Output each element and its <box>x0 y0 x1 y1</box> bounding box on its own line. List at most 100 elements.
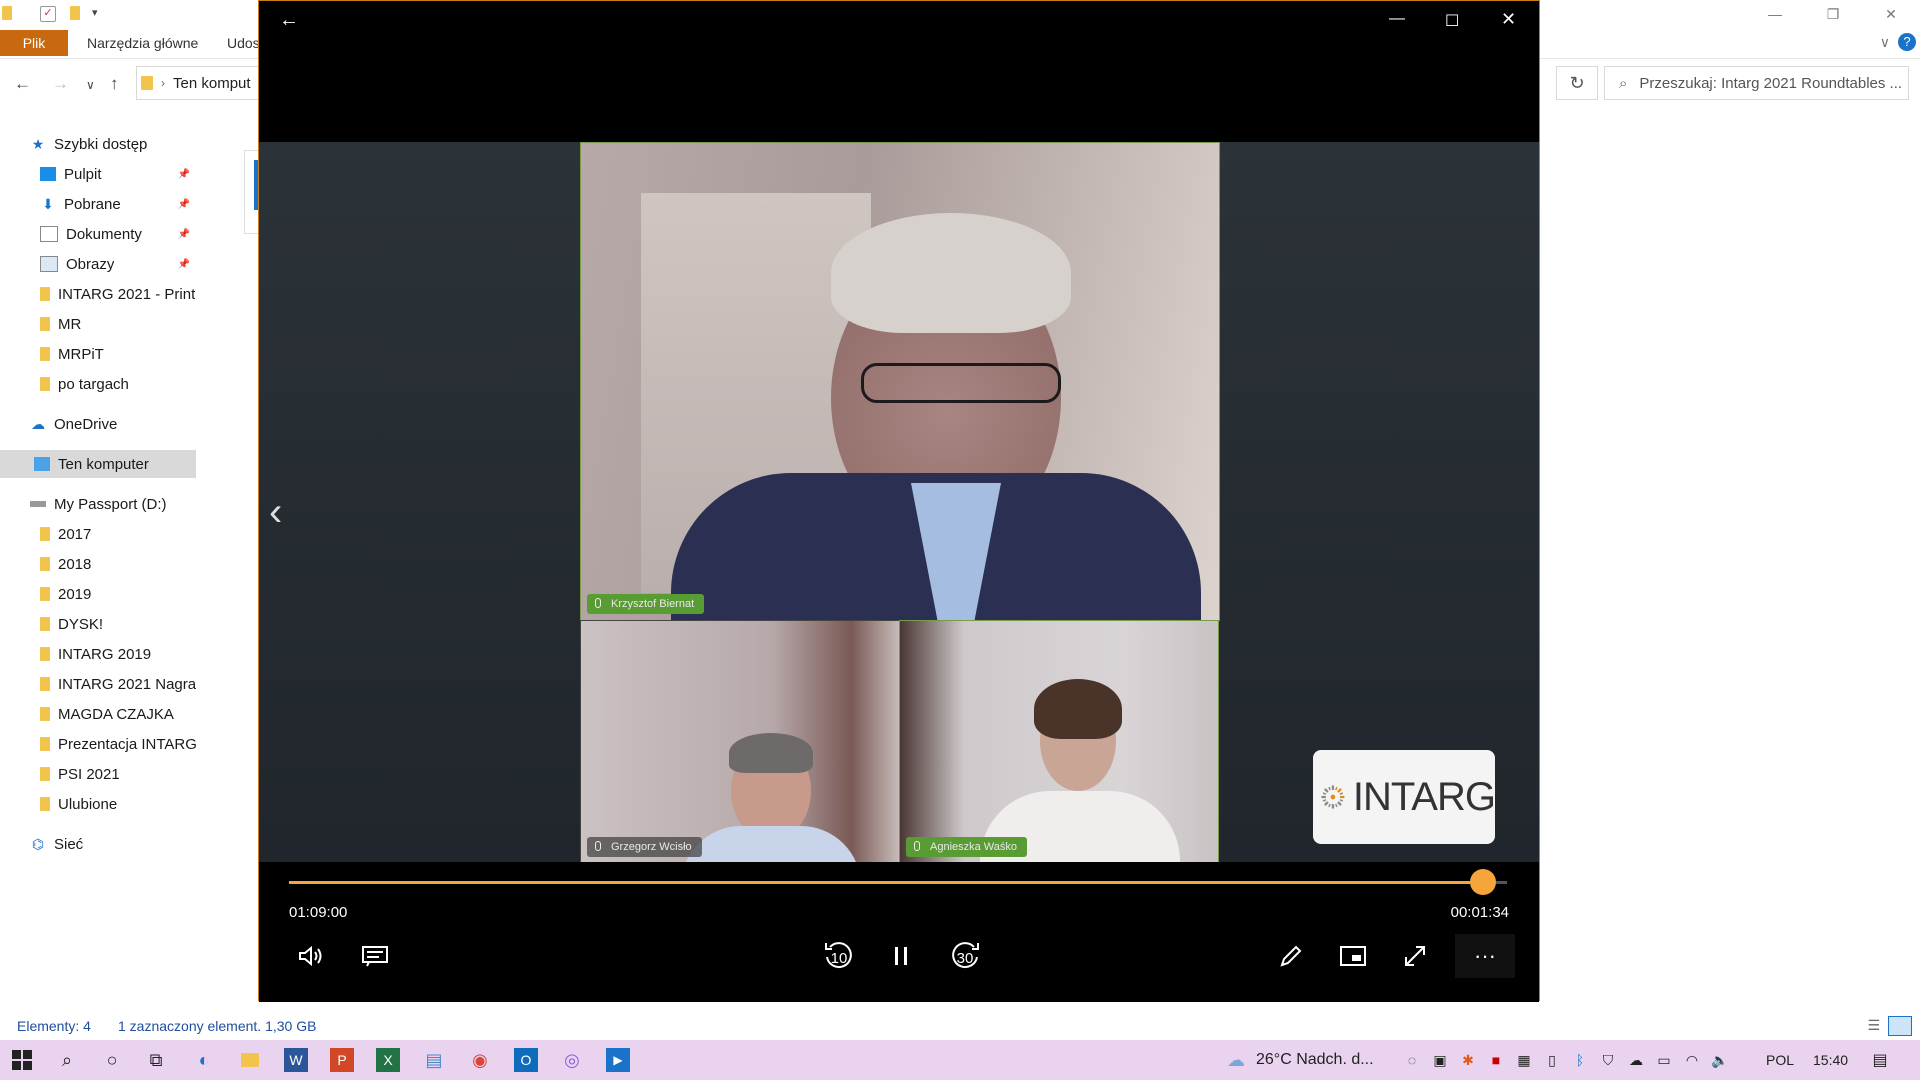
breadcrumb[interactable]: Ten komput <box>173 75 251 92</box>
forward-arrow-icon[interactable]: → <box>52 74 69 94</box>
help-icon[interactable]: ? <box>1898 33 1916 51</box>
sidebar-item[interactable]: Obrazy 📌 <box>0 250 196 278</box>
more-options-button[interactable]: ··· <box>1455 934 1515 978</box>
content-item[interactable] <box>244 150 259 234</box>
customize-dropdown-icon[interactable]: ▾ <box>92 6 106 20</box>
tab-home[interactable]: Narzędzia główne <box>87 35 198 51</box>
volume-icon[interactable]: 🔈 <box>1708 1048 1732 1072</box>
pin-icon[interactable]: 📌 <box>178 199 190 210</box>
cortana-icon[interactable]: ○ <box>100 1048 124 1072</box>
back-arrow-icon[interactable]: ← <box>14 74 31 94</box>
sidebar-item[interactable]: ★ Szybki dostęp <box>0 130 196 158</box>
word-icon[interactable]: W <box>284 1048 308 1072</box>
sidebar-item[interactable]: MR <box>0 310 196 338</box>
sidebar-item[interactable]: 2019 <box>0 580 196 608</box>
clock[interactable]: 15:40 <box>1813 1052 1848 1068</box>
input-language[interactable]: POL <box>1766 1052 1794 1068</box>
seek-bar[interactable] <box>289 869 1507 895</box>
details-view-icon[interactable]: ☰ <box>1867 1017 1880 1034</box>
close-icon[interactable]: ✕ <box>1501 9 1516 30</box>
sidebar-item[interactable]: Prezentacja INTARG <box>0 730 196 758</box>
folder-icon <box>40 797 50 811</box>
movies-tv-icon[interactable]: ▶ <box>606 1048 630 1072</box>
folder-icon <box>40 287 50 301</box>
search-icon[interactable]: ⌕ <box>55 1048 79 1072</box>
sidebar-item[interactable]: DYSK! <box>0 610 196 638</box>
close-icon[interactable]: ✕ <box>1862 0 1920 28</box>
edge-icon[interactable]: ◐ <box>192 1048 216 1072</box>
maximize-icon[interactable]: ☐ <box>1445 11 1459 31</box>
network-drive-icon[interactable]: ▤ <box>422 1048 446 1072</box>
captions-button[interactable] <box>353 934 397 978</box>
sidebar-item[interactable]: ☁ OneDrive <box>0 410 196 438</box>
battery-icon[interactable]: ▭ <box>1652 1048 1676 1072</box>
file-explorer-icon[interactable] <box>238 1048 262 1072</box>
tray-icon-5[interactable]: ▦ <box>1512 1048 1536 1072</box>
sidebar-item[interactable]: Pulpit 📌 <box>0 160 196 188</box>
sidebar-item[interactable]: ⌬ Sieć <box>0 830 196 858</box>
video-frame[interactable]: ‹ Krzysztof Biernat Grzegorz Wcisło Agni… <box>259 142 1539 864</box>
search-input[interactable]: ⌕ Przeszukaj: Intarg 2021 Roundtables ..… <box>1604 66 1909 100</box>
mini-view-button[interactable] <box>1331 934 1375 978</box>
pin-icon[interactable]: 📌 <box>178 169 190 180</box>
minimize-icon[interactable]: — <box>1746 0 1804 28</box>
pin-icon[interactable]: 📌 <box>178 259 190 270</box>
back-arrow-icon[interactable]: ← <box>279 9 299 32</box>
minimize-icon[interactable]: — <box>1389 10 1405 28</box>
sidebar-item[interactable]: INTARG 2019 <box>0 640 196 668</box>
tray-icon-3[interactable]: ✱ <box>1456 1048 1480 1072</box>
sidebar-item[interactable]: po targach <box>0 370 196 398</box>
expand-ribbon-icon[interactable]: ∨ <box>1880 34 1890 51</box>
seek-bar-handle[interactable] <box>1469 869 1496 895</box>
sidebar-item[interactable]: 2017 <box>0 520 196 548</box>
address-bar[interactable]: › Ten komput <box>136 66 268 100</box>
refresh-button[interactable]: ↻ <box>1556 66 1598 100</box>
excel-icon[interactable]: X <box>376 1048 400 1072</box>
properties-icon[interactable]: ✓ <box>40 6 56 22</box>
pause-button[interactable] <box>879 934 923 978</box>
tab-file[interactable]: Plik <box>0 30 68 56</box>
powerpoint-icon[interactable]: P <box>330 1048 354 1072</box>
bluetooth-icon[interactable]: ᛒ <box>1568 1048 1592 1072</box>
sidebar-item[interactable]: Dokumenty 📌 <box>0 220 196 248</box>
sidebar-item[interactable]: INTARG 2021 Nagra <box>0 670 196 698</box>
sidebar-item[interactable]: My Passport (D:) <box>0 490 196 518</box>
chrome-icon[interactable]: ◉ <box>468 1048 492 1072</box>
sidebar-item[interactable]: MRPiT <box>0 340 196 368</box>
sidebar-item[interactable]: Ulubione <box>0 790 196 818</box>
usb-icon[interactable]: ▯ <box>1540 1048 1564 1072</box>
cloud-sync-icon[interactable]: ☁ <box>1624 1048 1648 1072</box>
sidebar-item[interactable]: PSI 2021 <box>0 760 196 788</box>
sidebar-item[interactable]: Ten komputer <box>0 450 196 478</box>
restore-icon[interactable]: ❐ <box>1804 0 1862 28</box>
wifi-icon[interactable]: ◠ <box>1680 1048 1704 1072</box>
fullscreen-button[interactable] <box>1393 934 1437 978</box>
tray-icon-1[interactable]: ◌ <box>1400 1048 1424 1072</box>
recent-dropdown-icon[interactable]: ∨ <box>86 78 95 92</box>
forward-30-button[interactable]: 30 <box>943 934 987 978</box>
tray-icon-4[interactable]: ■ <box>1484 1048 1508 1072</box>
edit-button[interactable] <box>1269 934 1313 978</box>
rewind-10-button[interactable]: 10 <box>817 934 861 978</box>
large-icons-view-icon[interactable] <box>1888 1016 1912 1036</box>
volume-button[interactable] <box>289 934 333 978</box>
task-view-icon[interactable]: ⧉ <box>144 1048 168 1072</box>
browser-icon[interactable]: ◎ <box>560 1048 584 1072</box>
sidebar-item-label: 2017 <box>58 525 92 543</box>
windows-start-icon[interactable] <box>10 1048 34 1072</box>
weather-text[interactable]: 26°C Nadch. d... <box>1256 1051 1374 1069</box>
tab-share[interactable]: Udos <box>227 35 260 51</box>
notifications-icon[interactable]: ▤ <box>1868 1048 1892 1072</box>
shield-icon[interactable]: ⛉ <box>1596 1048 1620 1072</box>
up-arrow-icon[interactable]: ↑ <box>110 74 119 94</box>
new-folder-icon[interactable] <box>70 6 80 20</box>
sidebar-item[interactable]: INTARG 2021 - Print <box>0 280 196 308</box>
sidebar-item[interactable]: MAGDA CZAJKA <box>0 700 196 728</box>
tray-icon-2[interactable]: ▣ <box>1428 1048 1452 1072</box>
sidebar-item-label: Pobrane <box>64 195 121 213</box>
sidebar-item[interactable]: ⬇ Pobrane 📌 <box>0 190 196 218</box>
previous-chevron-icon[interactable]: ‹ <box>269 490 282 535</box>
pin-icon[interactable]: 📌 <box>178 229 190 240</box>
sidebar-item[interactable]: 2018 <box>0 550 196 578</box>
outlook-icon[interactable]: O <box>514 1048 538 1072</box>
